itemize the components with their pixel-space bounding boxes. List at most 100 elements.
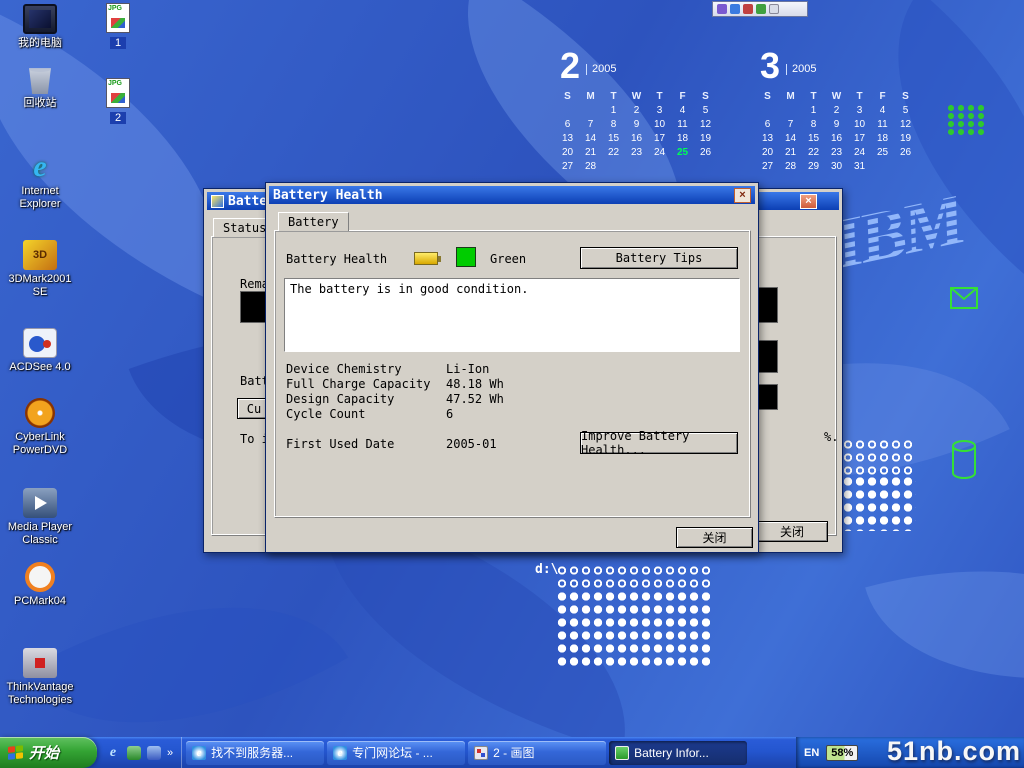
calendar-day: 25 xyxy=(871,147,894,160)
first-used-value: 2005-01 xyxy=(446,437,497,451)
internet-explorer-icon[interactable]: e xyxy=(105,745,121,761)
language-indicator[interactable]: EN xyxy=(804,747,819,759)
desktop-icon-3dmark2001[interactable]: 3D 3DMark2001 SE xyxy=(2,240,78,299)
calendar-grid: SMTWTFS123456789101112131415161718192021… xyxy=(756,91,917,174)
calendar-day-header: W xyxy=(825,91,848,104)
ibm-logo: IBM xyxy=(828,183,968,280)
calendar-day-header: S xyxy=(756,91,779,104)
calendar-day xyxy=(894,161,917,174)
task-battery-information[interactable]: Battery Infor... xyxy=(609,741,747,765)
close-button[interactable]: 关闭 xyxy=(676,527,753,548)
close-button[interactable]: 关闭 xyxy=(756,521,828,542)
percent-label: %. xyxy=(824,430,838,444)
icon-label: 我的电脑 xyxy=(2,37,78,50)
pcmark-icon xyxy=(25,562,55,592)
calendar-february: 2 2005 SMTWTFS12345678910111213141516171… xyxy=(556,48,717,174)
powerdvd-icon xyxy=(25,398,55,428)
watermark: 51nb.com xyxy=(887,736,1021,767)
chevron-icon[interactable]: » xyxy=(167,747,173,759)
calendar-day-header: S xyxy=(694,91,717,104)
paint-icon xyxy=(474,746,488,760)
task-forum[interactable]: e 专门网论坛 - ... xyxy=(327,741,465,765)
calendar-day: 23 xyxy=(625,147,648,160)
calendar-day: 20 xyxy=(756,147,779,160)
icon-label: 回收站 xyxy=(2,97,78,110)
gauge-segment xyxy=(756,340,778,373)
calendar-day: 18 xyxy=(871,133,894,146)
jpg-file-icon: JPG xyxy=(106,3,130,33)
improve-battery-health-button[interactable]: Improve Battery Health... xyxy=(580,432,738,454)
window-title: Batte xyxy=(228,194,267,209)
jpg-badge: JPG xyxy=(108,80,122,87)
desktop-icon-my-computer[interactable]: 我的电脑 xyxy=(2,4,78,50)
icon-label: ACDSee 4.0 xyxy=(2,361,78,374)
jpg-badge: JPG xyxy=(108,5,122,12)
acdsee-icon xyxy=(23,328,57,358)
calendar-day-header: T xyxy=(802,91,825,104)
battery-health-dialog: Battery Health × Battery Battery Health … xyxy=(265,182,759,553)
task-server-not-found[interactable]: e 找不到服务器... xyxy=(186,741,324,765)
desktop-icon-thinkvantage[interactable]: ThinkVantage Technologies xyxy=(2,648,78,707)
desktop-file-2[interactable]: JPG 2 xyxy=(90,78,146,126)
dialog-titlebar[interactable]: Battery Health xyxy=(269,186,755,204)
calendar-day: 5 xyxy=(694,105,717,118)
calendar-day: 30 xyxy=(825,161,848,174)
battery-percent-indicator[interactable]: 58% xyxy=(826,745,858,761)
battery-icon xyxy=(615,746,629,760)
desktop-icon-media-player-classic[interactable]: Media Player Classic xyxy=(2,488,78,547)
desktop-icon-recycle-bin[interactable]: 回收站 xyxy=(2,64,78,110)
icon-label: PCMark04 xyxy=(2,595,78,608)
field-label: Cycle Count xyxy=(286,407,365,421)
halftone-dots xyxy=(556,564,710,590)
calendar-day: 7 xyxy=(579,119,602,132)
show-desktop-icon[interactable] xyxy=(147,746,161,760)
internet-explorer-icon: e xyxy=(192,746,206,760)
task-paint[interactable]: 2 - 画图 xyxy=(468,741,606,765)
field-label: Design Capacity xyxy=(286,392,394,406)
calendar-day: 6 xyxy=(756,119,779,132)
calendar-day: 3 xyxy=(648,105,671,118)
close-icon[interactable]: × xyxy=(734,188,751,203)
display-icon[interactable] xyxy=(756,4,766,14)
icon-label: 3DMark2001 SE xyxy=(2,273,78,299)
recycle-bin-icon xyxy=(27,64,53,94)
calendar-day: 22 xyxy=(802,147,825,160)
mute-icon[interactable] xyxy=(743,4,753,14)
desktop-file-1[interactable]: JPG 1 xyxy=(90,3,146,51)
media-icon[interactable] xyxy=(127,746,141,760)
calendar-day: 23 xyxy=(825,147,848,160)
calendar-day-header: W xyxy=(625,91,648,104)
brightness-icon[interactable] xyxy=(730,4,740,14)
calendar-day: 8 xyxy=(802,119,825,132)
calendar-day: 9 xyxy=(625,119,648,132)
close-icon[interactable]: × xyxy=(800,194,817,209)
quick-launch: e » xyxy=(97,737,182,768)
tab-battery[interactable]: Battery xyxy=(278,212,349,231)
calendar-day: 5 xyxy=(894,105,917,118)
desktop-icon-internet-explorer[interactable]: e Internet Explorer xyxy=(2,152,78,211)
field-label: Device Chemistry xyxy=(286,362,402,376)
condition-textbox[interactable]: The battery is in good condition. xyxy=(284,278,740,352)
calendar-day: 15 xyxy=(802,133,825,146)
volume-icon[interactable] xyxy=(717,4,727,14)
keypad-grid-icon xyxy=(946,104,984,136)
calendar-day: 11 xyxy=(871,119,894,132)
battery-tips-button[interactable]: Battery Tips xyxy=(580,247,738,269)
calendar-day xyxy=(625,161,648,174)
keyboard-icon[interactable] xyxy=(769,4,779,14)
calendar-day: 25 xyxy=(671,147,694,160)
desktop-icon-acdsee[interactable]: ACDSee 4.0 xyxy=(2,328,78,374)
calendar-day: 28 xyxy=(779,161,802,174)
calendar-day-header: T xyxy=(602,91,625,104)
field-label: Full Charge Capacity xyxy=(286,377,431,391)
desktop-icon-powerdvd[interactable]: CyberLink PowerDVD xyxy=(2,398,78,457)
calendar-day-header: T xyxy=(848,91,871,104)
calendar-day: 4 xyxy=(671,105,694,118)
windows-flag-icon xyxy=(8,745,24,761)
start-button[interactable]: 开始 xyxy=(0,737,97,768)
desktop-icon-pcmark04[interactable]: PCMark04 xyxy=(2,562,78,608)
osd-toolbar xyxy=(712,1,808,17)
calendar-day: 21 xyxy=(779,147,802,160)
task-buttons: e 找不到服务器... e 专门网论坛 - ... 2 - 画图 Battery… xyxy=(182,737,796,768)
calendar-day-header: S xyxy=(894,91,917,104)
